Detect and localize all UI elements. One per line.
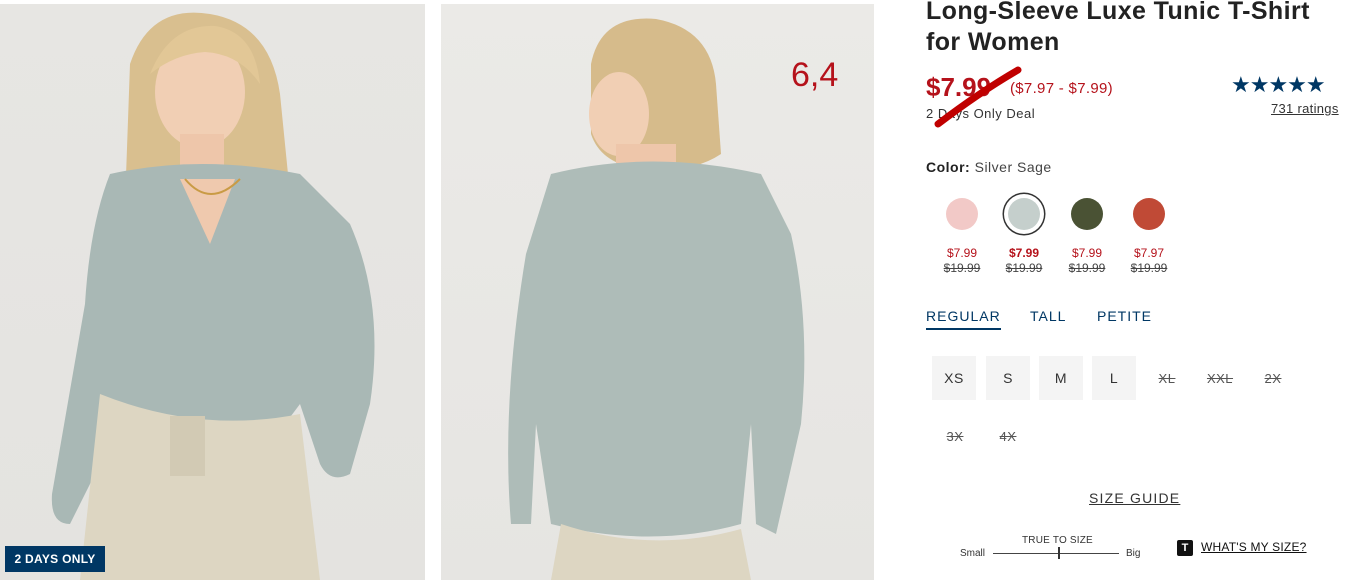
tab-tall[interactable]: TALL — [1030, 308, 1066, 324]
model-front-illustration — [51, 12, 375, 580]
selected-color-name: Silver Sage — [974, 159, 1052, 175]
swatch-pink[interactable] — [946, 198, 978, 230]
price-range: ($7.97 - $7.99) — [1010, 80, 1113, 97]
swatch-price: $7.99 — [1008, 246, 1040, 260]
fit-scale-big-label: Big — [1126, 548, 1141, 559]
swatch-original-price: $19.99 — [1005, 261, 1043, 275]
swatch-original-price: $19.99 — [1130, 261, 1168, 275]
true-fit-icon: T — [1177, 540, 1193, 556]
size-option-xs[interactable]: XS — [932, 356, 976, 400]
two-days-only-badge: 2 DAYS ONLY — [5, 546, 105, 572]
swatch-olive[interactable] — [1071, 198, 1103, 230]
color-label: Color: — [926, 159, 971, 175]
fit-scale-small-label: Small — [960, 548, 986, 559]
swatch-silver-sage[interactable] — [1008, 198, 1040, 230]
size-guide-link[interactable]: SIZE GUIDE — [1089, 490, 1180, 506]
ratings-link[interactable]: 731 ratings — [1271, 101, 1339, 116]
swatch-price: $7.99 — [946, 246, 978, 260]
swatch-price: $7.97 — [1133, 246, 1165, 260]
size-option-4x-unavailable[interactable]: 4X — [983, 414, 1033, 458]
product-title: Long-Sleeve Luxe Tunic T-Shirt for Women — [926, 0, 1310, 56]
overlay-number: 6,4 — [791, 56, 839, 94]
color-selector-label: Color: Silver Sage — [926, 159, 1052, 175]
swatch-price: $7.99 — [1071, 246, 1103, 260]
size-option-xl-unavailable[interactable]: XL — [1142, 356, 1192, 400]
swatch-original-price: $19.99 — [1068, 261, 1106, 275]
whats-my-size-link[interactable]: WHAT'S MY SIZE? — [1201, 540, 1307, 554]
fit-scale-track — [993, 553, 1119, 554]
tab-petite[interactable]: PETITE — [1097, 308, 1152, 324]
size-option-xxl-unavailable[interactable]: XXL — [1195, 356, 1245, 400]
size-option-2x-unavailable[interactable]: 2X — [1248, 356, 1298, 400]
size-option-3x-unavailable[interactable]: 3X — [930, 414, 980, 458]
tab-regular[interactable]: REGULAR — [926, 308, 1001, 330]
product-image-front[interactable]: 2 DAYS ONLY — [0, 4, 425, 580]
swatch-rust[interactable] — [1133, 198, 1165, 230]
size-option-s[interactable]: S — [986, 356, 1030, 400]
fit-scale-marker — [1058, 547, 1060, 559]
rating-stars-icon: ★★★★★ — [1231, 72, 1326, 97]
true-to-size-label: TRUE TO SIZE — [1022, 535, 1093, 546]
size-option-l[interactable]: L — [1092, 356, 1136, 400]
price-strike-annotation — [934, 66, 1022, 128]
swatch-original-price: $19.99 — [943, 261, 981, 275]
size-option-m[interactable]: M — [1039, 356, 1083, 400]
